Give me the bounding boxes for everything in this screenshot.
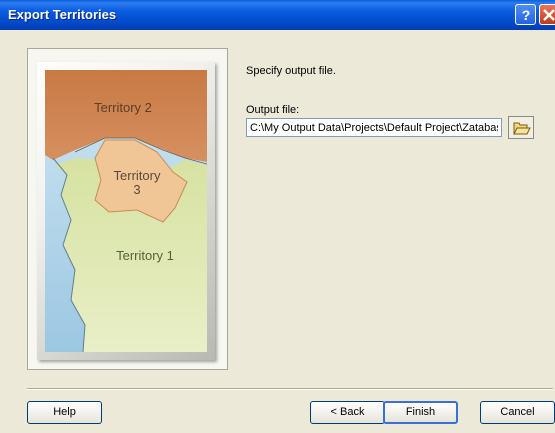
- title-help-button[interactable]: ?: [515, 4, 536, 25]
- territory-3-label-line1: Territory: [114, 168, 161, 183]
- close-icon: [543, 9, 555, 21]
- territory-1-label: Territory 1: [116, 248, 174, 263]
- help-button[interactable]: Help: [27, 401, 102, 424]
- back-button[interactable]: < Back: [310, 401, 385, 424]
- cancel-button[interactable]: Cancel: [480, 401, 555, 424]
- help-icon: ?: [522, 7, 531, 23]
- finish-button[interactable]: Finish: [383, 401, 458, 424]
- window-title: Export Territories: [8, 7, 117, 22]
- instruction-text: Specify output file.: [246, 65, 336, 77]
- folder-open-icon: [513, 122, 531, 135]
- footer-separator: [27, 388, 553, 390]
- title-bar: Export Territories ?: [0, 0, 555, 30]
- territory-3-label-line2: 3: [133, 182, 140, 197]
- svg-text:?: ?: [522, 7, 531, 23]
- output-file-label: Output file:: [246, 104, 300, 116]
- title-close-button[interactable]: [539, 4, 555, 25]
- output-file-input[interactable]: [246, 118, 502, 137]
- territory-map-illustration: Territory 2 Territory 3 Territory 1: [45, 70, 207, 352]
- map-frame: Territory 2 Territory 3 Territory 1: [37, 62, 215, 360]
- browse-button[interactable]: [508, 116, 534, 139]
- wizard-image-panel: Territory 2 Territory 3 Territory 1: [27, 48, 228, 370]
- territory-2-label: Territory 2: [94, 100, 152, 115]
